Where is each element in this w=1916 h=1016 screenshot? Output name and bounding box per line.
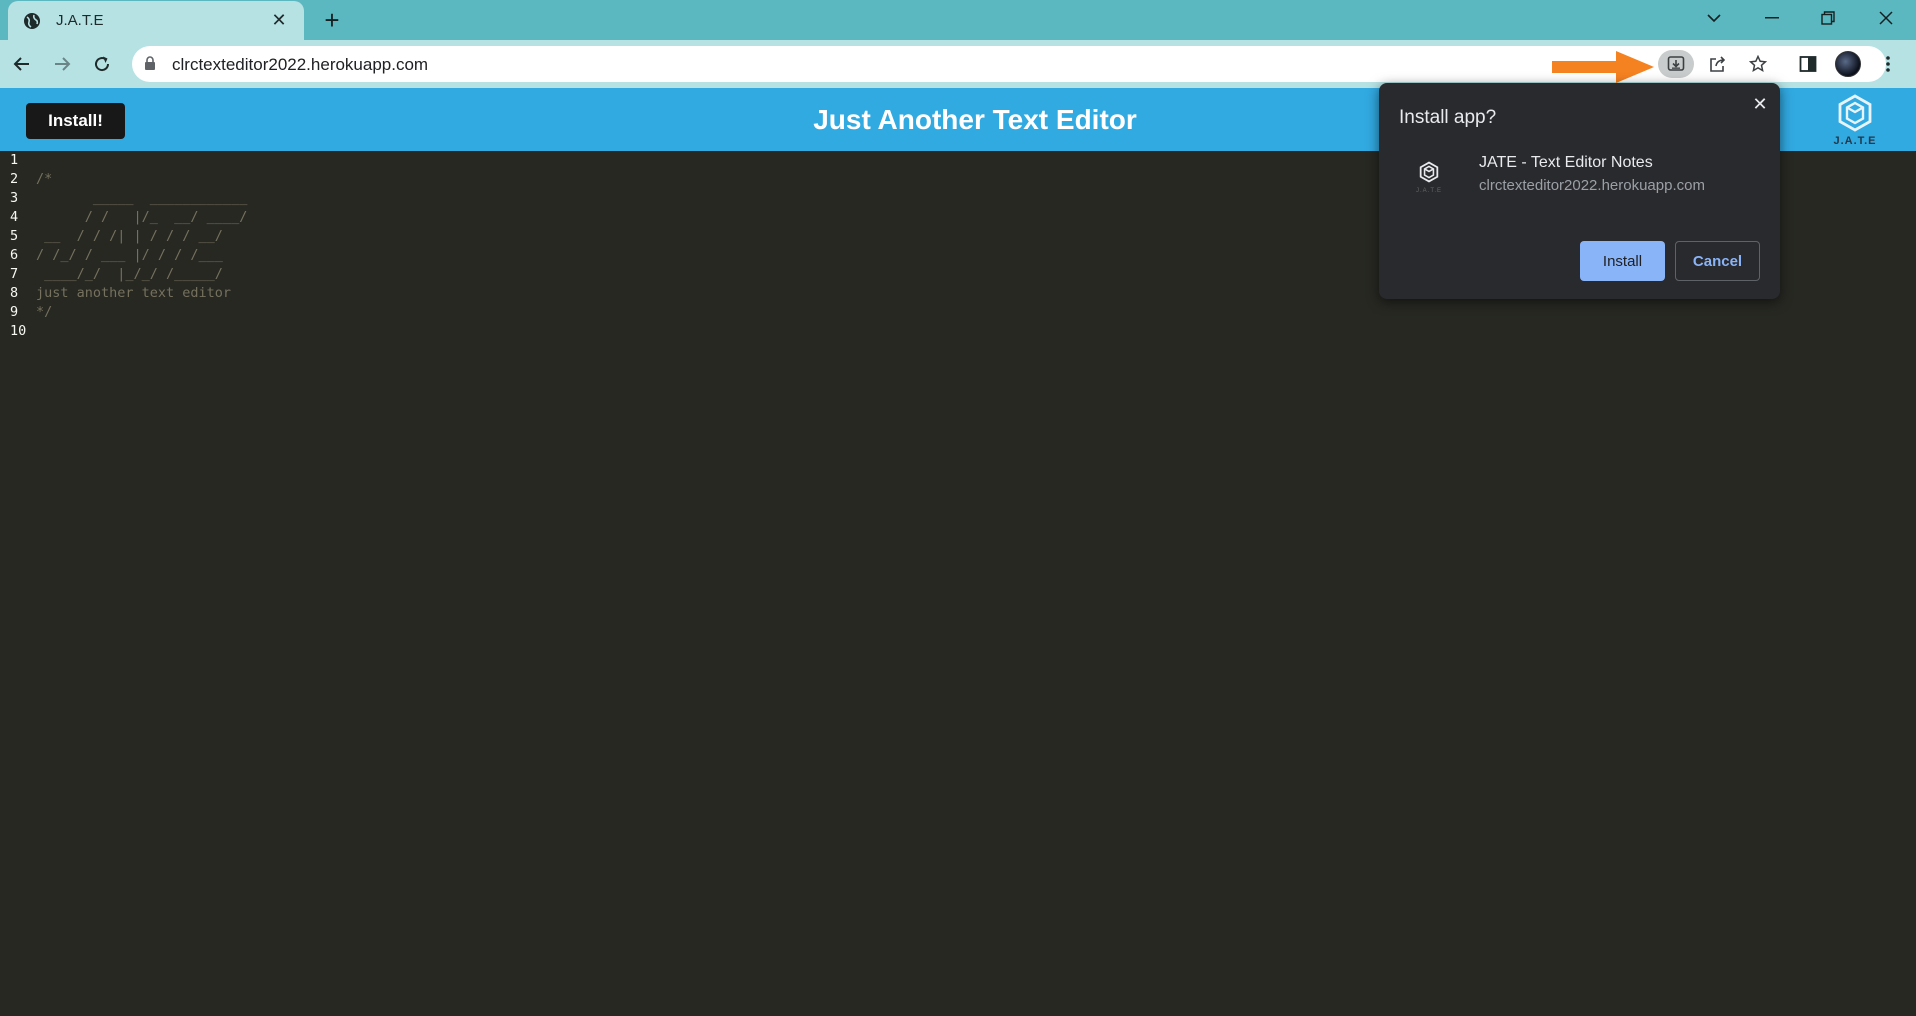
install-app-dialog: Install app? ✕ J.A.T.E JATE - Text Edito…	[1379, 83, 1780, 299]
browser-tabstrip: J.A.T.E ✕ +	[0, 0, 1916, 40]
app-name: JATE - Text Editor Notes	[1479, 154, 1653, 171]
dialog-close-icon[interactable]: ✕	[1749, 93, 1771, 115]
profile-avatar[interactable]	[1834, 50, 1862, 78]
share-icon[interactable]	[1704, 50, 1732, 78]
reload-icon[interactable]	[88, 50, 116, 78]
line-text: just another text editor	[36, 285, 232, 301]
line-text: / /_/ / ___ |/ / / /___	[36, 247, 223, 263]
line-text: __ / / /| | / / / __/	[36, 228, 223, 244]
editor-line[interactable]: 10	[0, 322, 1916, 341]
line-number: 10	[10, 323, 27, 339]
line-number: 9	[10, 304, 19, 320]
lock-icon	[144, 56, 156, 76]
dialog-cancel-button[interactable]: Cancel	[1675, 241, 1760, 281]
side-panel-icon[interactable]	[1794, 50, 1822, 78]
menu-kebab-icon[interactable]	[1874, 50, 1902, 78]
line-number: 3	[10, 190, 19, 206]
tab-title: J.A.T.E	[56, 12, 104, 29]
logo-hexagon-icon	[1838, 94, 1872, 132]
app-icon: J.A.T.E	[1413, 161, 1445, 195]
install-app-icon[interactable]	[1658, 50, 1694, 78]
line-text: /*	[36, 171, 53, 187]
line-number: 7	[10, 266, 19, 282]
app-icon-text: J.A.T.E	[1415, 188, 1442, 194]
restore-icon[interactable]	[1808, 4, 1848, 32]
minimize-icon[interactable]	[1752, 4, 1792, 32]
line-number: 4	[10, 209, 19, 225]
url-text: clrctexteditor2022.herokuapp.com	[172, 55, 429, 74]
line-text: ____/_/ |_/_/ /_____/	[36, 266, 223, 282]
back-arrow-icon[interactable]	[8, 50, 36, 78]
line-text: / / |/_ __/ ____/	[36, 209, 248, 225]
browser-tab[interactable]: J.A.T.E ✕	[8, 1, 304, 40]
bookmark-star-icon[interactable]	[1744, 50, 1772, 78]
app-hexagon-icon	[1419, 161, 1439, 183]
app-logo: J.A.T.E	[1825, 94, 1885, 148]
line-number: 8	[10, 285, 19, 301]
line-number: 2	[10, 171, 19, 187]
globe-icon	[22, 11, 42, 31]
close-window-icon[interactable]	[1866, 4, 1906, 32]
app-url: clrctexteditor2022.herokuapp.com	[1479, 177, 1705, 194]
logo-text: J.A.T.E	[1833, 135, 1877, 147]
dialog-title: Install app?	[1399, 107, 1497, 128]
dialog-install-button[interactable]: Install	[1580, 241, 1665, 281]
line-text: _____ ____________	[36, 190, 248, 206]
tab-search-icon[interactable]	[1694, 4, 1734, 32]
new-tab-button[interactable]: +	[318, 5, 346, 35]
close-tab-icon[interactable]: ✕	[268, 10, 290, 32]
line-text: */	[36, 304, 53, 320]
line-number: 6	[10, 247, 19, 263]
forward-arrow-icon[interactable]	[48, 50, 76, 78]
line-number: 1	[10, 152, 19, 168]
editor-line[interactable]: 9 */	[0, 303, 1916, 322]
line-number: 5	[10, 228, 19, 244]
